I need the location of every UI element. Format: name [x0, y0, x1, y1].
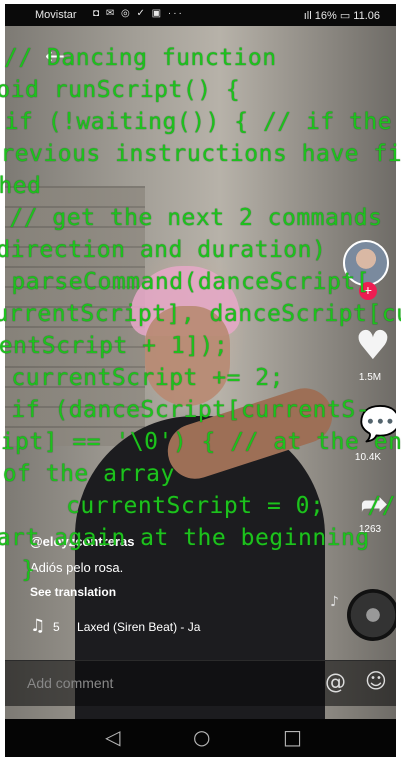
battery-percent: 16%	[314, 10, 337, 22]
phone-screen: Movistar ◘ ✉ ◎ ✓ ▣ ··· ıll 16% ▭ 11.06 ←…	[5, 4, 396, 757]
android-nav-bar: ◁ ○ □	[5, 719, 396, 757]
music-info[interactable]: 5 Laxed (Siren Beat) - Ja	[53, 620, 200, 634]
nav-home-icon[interactable]: ○	[193, 725, 210, 749]
follow-button[interactable]: +	[359, 282, 377, 300]
music-track-title: Laxed (Siren Beat) - Ja	[77, 620, 201, 634]
mention-icon[interactable]: @	[325, 670, 346, 694]
emoji-icon[interactable]: ☺	[365, 669, 387, 693]
like-count: 1.5M	[358, 372, 382, 383]
floating-note-icon: ♪	[330, 594, 339, 610]
music-disc[interactable]	[347, 589, 396, 641]
status-right-cluster: ıll 16% ▭ 11.06	[304, 9, 380, 22]
video-person-face	[145, 306, 230, 406]
nav-recents-icon[interactable]: □	[283, 725, 302, 749]
comment-bar: Add comment @ ☺	[5, 660, 396, 706]
nav-back-icon[interactable]: ◁	[105, 725, 120, 749]
video-background-wall	[5, 186, 145, 446]
music-prefix: 5	[53, 620, 60, 634]
notification-icons: ◘ ✉ ◎ ✓ ▣ ···	[93, 8, 184, 19]
creator-username[interactable]: @eloyzcontreras	[30, 534, 134, 549]
battery-icon: ▭	[339, 10, 354, 22]
see-translation-link[interactable]: See translation	[30, 585, 116, 599]
creator-avatar[interactable]	[343, 240, 389, 286]
share-count: 1263	[358, 524, 382, 535]
comment-input[interactable]: Add comment	[27, 675, 113, 691]
back-arrow-icon[interactable]: ←	[45, 42, 65, 70]
like-heart-icon[interactable]: ♥	[355, 326, 391, 366]
video-caption: Adiós pelo rosa.	[30, 560, 124, 575]
status-bar: Movistar ◘ ✉ ◎ ✓ ▣ ··· ıll 16% ▭ 11.06	[5, 4, 396, 26]
comment-count: 10.4K	[354, 452, 382, 463]
share-arrow-icon[interactable]: ➦	[360, 484, 389, 524]
clock: 11.06	[353, 10, 380, 22]
signal-icon: ıll	[303, 10, 315, 22]
video-player[interactable]	[5, 26, 396, 746]
carrier-name: Movistar	[35, 9, 77, 21]
comment-icon[interactable]: 💬	[359, 404, 396, 444]
music-note-icon: ♫	[30, 616, 46, 636]
